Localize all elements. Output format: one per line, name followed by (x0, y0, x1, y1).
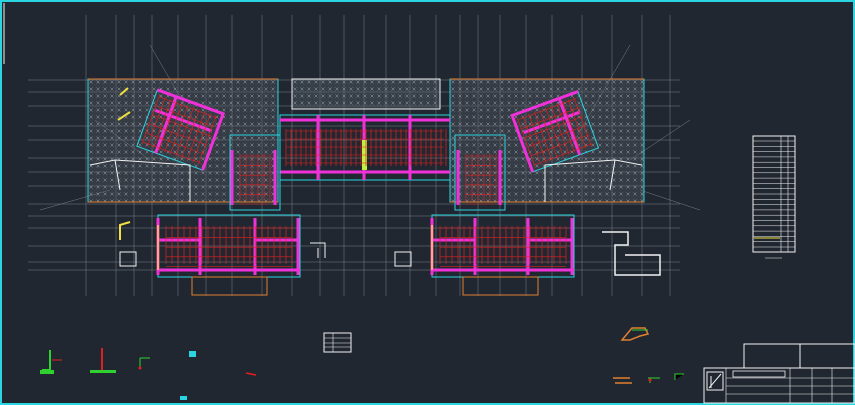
central-slab (292, 79, 440, 109)
title-block-name-cell (732, 370, 786, 378)
section-9 (674, 373, 684, 380)
right-wing-slab (450, 79, 644, 202)
title-block-main (703, 367, 855, 404)
detail-left-hook (119, 221, 131, 240)
left-wing (87, 78, 279, 203)
detail-mid-left (310, 242, 326, 258)
floor-plan-drawing (0, 0, 855, 405)
detail-center-table-lines (324, 333, 351, 352)
title-block-logo-mark (708, 373, 722, 389)
lr-balcony (462, 276, 539, 296)
section-6 (180, 396, 187, 400)
detail-right-stair (602, 231, 661, 276)
central-block (279, 78, 451, 181)
ll-balcony (191, 276, 268, 296)
schedule-rows (753, 140, 795, 248)
central-rebar (285, 129, 447, 166)
lower-right-unit (430, 214, 575, 296)
title-block-grid (725, 368, 855, 403)
left-wing-slab (88, 79, 278, 202)
right-wing (449, 78, 645, 203)
section-1 (42, 350, 51, 371)
detail-left-box (119, 251, 137, 267)
section-2-base (90, 370, 116, 373)
section-8-dot (648, 378, 652, 382)
section-3 (139, 357, 150, 368)
title-block (703, 343, 855, 404)
section-7 (613, 377, 632, 384)
section-details (40, 348, 684, 400)
lower-left-unit (156, 214, 301, 296)
detail-mid-right-box (394, 251, 412, 267)
section-3-dot (138, 366, 142, 370)
section-5 (245, 372, 257, 376)
section-4 (189, 351, 196, 357)
detail-center-table (323, 332, 352, 353)
cad-viewport[interactable] (0, 0, 855, 405)
schedule-table (752, 135, 796, 259)
section-1-base (40, 370, 54, 374)
